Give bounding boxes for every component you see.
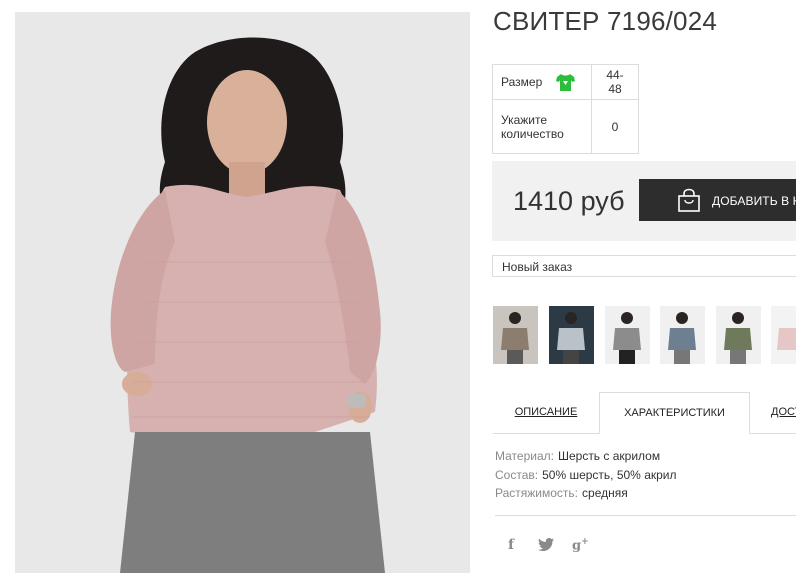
product-options-table: Размер 44-48 Укажите количество 0	[492, 64, 639, 154]
size-value[interactable]: 44-48	[591, 64, 639, 100]
thumbnail-6[interactable]	[771, 306, 796, 364]
order-select-value: Новый заказ	[502, 260, 573, 274]
spec-value: Шерсть с акрилом	[557, 449, 661, 463]
product-tabs: ОПИСАНИЕ ХАРАКТЕРИСТИКИ ДОСТАВКА	[493, 392, 796, 434]
tab-delivery-label: ДОСТАВКА	[771, 406, 796, 418]
order-select[interactable]: Новый заказ	[492, 255, 796, 277]
tab-description[interactable]: ОПИСАНИЕ	[493, 392, 599, 433]
spec-key: Растяжимость:	[495, 486, 579, 500]
product-price: 1410 руб	[513, 186, 625, 216]
qty-label: Укажите количество	[492, 99, 592, 154]
shopping-bag-icon	[678, 188, 700, 212]
divider	[495, 515, 796, 516]
tab-characteristics[interactable]: ХАРАКТЕРИСТИКИ	[599, 392, 750, 434]
thumbnail-2[interactable]	[549, 306, 594, 364]
google-plus-icon[interactable]: g+	[572, 537, 589, 553]
tab-delivery[interactable]: ДОСТАВКА	[750, 392, 796, 433]
specs-list: Материал: Шерсть с акрилом Состав: 50% шер…	[495, 447, 677, 503]
spec-key: Состав:	[495, 467, 539, 482]
spec-value: средняя	[582, 486, 628, 500]
product-title: СВИТЕР 7196/024	[493, 6, 718, 36]
buy-box: 1410 руб ДОБАВИТЬ В КОРЗИНУ	[492, 161, 796, 241]
spec-row: Растяжимость: средняя	[495, 484, 677, 503]
thumbnail-3[interactable]	[605, 306, 650, 364]
add-to-cart-label: ДОБАВИТЬ В КОРЗИНУ	[712, 194, 796, 208]
spec-key: Материал:	[495, 449, 554, 463]
green-tshirt-icon	[555, 73, 575, 91]
qty-input[interactable]: 0	[591, 99, 639, 154]
spec-value: 50% шерсть, 50% акрил	[542, 467, 677, 482]
thumbnail-5[interactable]	[716, 306, 761, 364]
product-main-image[interactable]	[15, 12, 470, 573]
size-label: Размер	[501, 75, 543, 89]
spec-row: Состав: 50% шерсть, 50% акрил	[495, 466, 677, 485]
spec-row: Материал: Шерсть с акрилом	[495, 447, 677, 466]
thumbnail-4[interactable]	[660, 306, 705, 364]
add-to-cart-button[interactable]: ДОБАВИТЬ В КОРЗИНУ	[639, 179, 796, 221]
tab-characteristics-label: ХАРАКТЕРИСТИКИ	[624, 407, 725, 419]
model-illustration	[15, 12, 470, 573]
twitter-icon[interactable]	[538, 538, 554, 556]
facebook-icon[interactable]: f	[508, 537, 514, 553]
tab-description-label: ОПИСАНИЕ	[514, 406, 578, 418]
size-label-cell: Размер	[492, 64, 592, 100]
thumbnail-1[interactable]	[493, 306, 538, 364]
